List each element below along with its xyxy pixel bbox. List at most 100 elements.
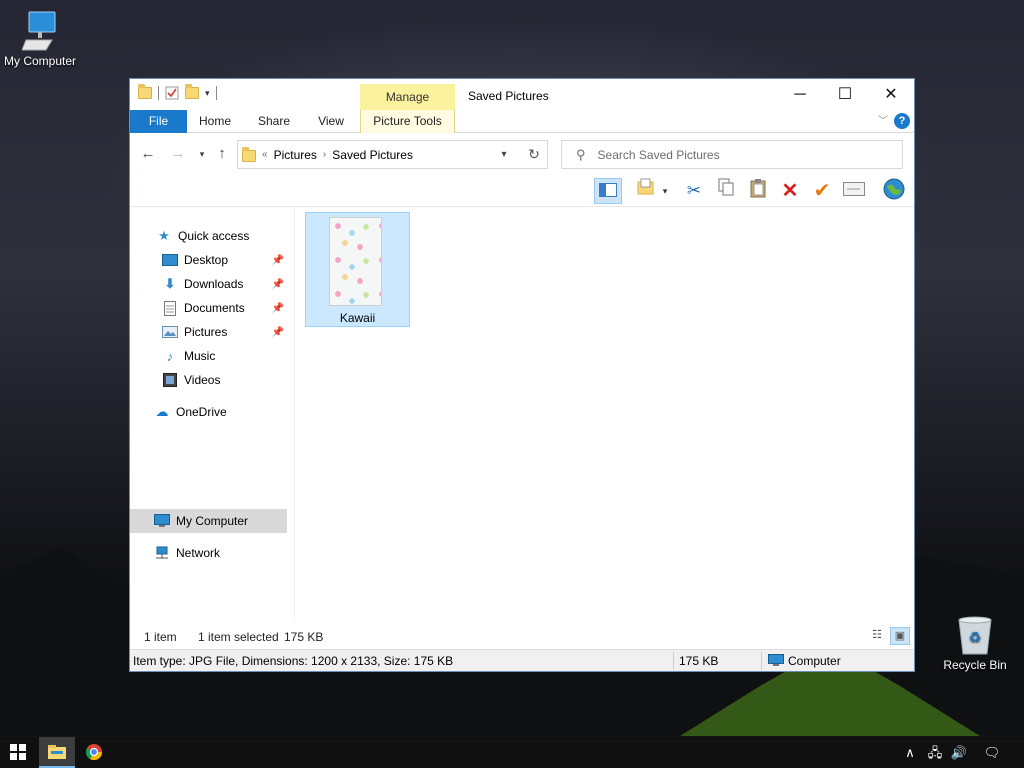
file-list: Kawaii (295, 208, 914, 618)
up-button[interactable]: ↑ (212, 144, 232, 164)
separator (673, 652, 674, 670)
separator (761, 652, 762, 670)
sidebar-item-label: Desktop (184, 253, 229, 267)
breadcrumb-saved-pictures[interactable]: Saved Pictures (332, 148, 413, 162)
music-icon: ♪ (166, 348, 174, 364)
chevron-right-icon[interactable]: › (323, 149, 326, 160)
sidebar-item-music[interactable]: ♪ Music (130, 344, 294, 368)
sidebar-item-label: Pictures (184, 325, 228, 339)
sidebar-item-label: My Computer (176, 514, 249, 528)
sidebar-item-downloads[interactable]: ⬇ Downloads 📌 (130, 272, 294, 296)
qat-dropdown-icon[interactable]: ▾ (205, 88, 210, 99)
tab-view[interactable]: View (308, 110, 354, 133)
desktop-icon-my-computer[interactable]: My Computer (0, 10, 80, 68)
item-location: Computer (788, 654, 841, 668)
tab-file[interactable]: File (130, 110, 187, 133)
large-icons-view-button[interactable]: ▣ (890, 627, 910, 645)
sidebar-item-label: OneDrive (176, 405, 227, 419)
svg-text:♻: ♻ (969, 630, 982, 646)
sidebar-item-pictures[interactable]: Pictures 📌 (130, 320, 294, 344)
desktop-icon-label: Recycle Bin (943, 658, 1007, 672)
tab-share[interactable]: Share (248, 110, 300, 133)
tab-manage[interactable]: Manage (360, 84, 455, 110)
ribbon-tabs: File Home Share View Picture Tools ﹀ ? (130, 110, 914, 133)
sidebar-item-label: Quick access (178, 229, 250, 243)
network-icon (154, 545, 170, 561)
new-folder-icon[interactable] (633, 178, 661, 204)
sidebar-item-desktop[interactable]: Desktop 📌 (130, 248, 294, 272)
navigation-pane: ★ Quick access Desktop 📌 ⬇ Downloads 📌 D… (130, 208, 294, 618)
list-item[interactable]: Kawaii (305, 212, 410, 327)
recycle-bin-icon: ♻ (958, 616, 992, 655)
properties-icon[interactable] (165, 86, 179, 100)
address-row: ← → ▾ ↑ « Pictures › Saved Pictures ▾ ↻ … (130, 134, 914, 174)
expand-ribbon-icon[interactable]: ﹀ (878, 112, 888, 127)
breadcrumb-pictures[interactable]: Pictures (274, 148, 317, 162)
refresh-button[interactable]: ↻ (521, 140, 548, 169)
desktop-icon (162, 252, 178, 268)
desktop-icon-recycle-bin[interactable]: ♻ Recycle Bin (935, 614, 1015, 672)
folder-icon[interactable] (138, 84, 152, 99)
taskbar: ∧ 🖧 🔊 🗨 (0, 737, 1024, 768)
command-toolbar: ▾ ✂ ✕ ✔ (130, 175, 914, 207)
downloads-icon: ⬇ (164, 276, 176, 291)
title-bar[interactable]: ▾ Manage Saved Pictures ─ ☐ ✕ (130, 79, 914, 110)
recent-locations-button[interactable]: ▾ (192, 144, 212, 164)
volume-icon[interactable]: 🔊 (947, 737, 971, 768)
sidebar-item-label: Downloads (184, 277, 244, 291)
quick-access-toolbar: ▾ (138, 84, 217, 100)
sidebar-item-videos[interactable]: Videos (130, 368, 294, 392)
sidebar-item-my-computer[interactable]: My Computer (130, 509, 287, 533)
address-dropdown-icon[interactable]: ▾ (491, 141, 517, 168)
pin-icon[interactable]: 📌 (272, 327, 284, 338)
sidebar-item-documents[interactable]: Documents 📌 (130, 296, 294, 320)
sidebar-item-onedrive[interactable]: ☁ OneDrive (130, 400, 294, 424)
help-icon[interactable]: ? (894, 113, 910, 129)
overflow-chevron-icon[interactable]: « (262, 149, 268, 160)
star-icon: ★ (158, 228, 170, 243)
taskbar-chrome[interactable] (76, 737, 112, 768)
sidebar-item-network[interactable]: Network (130, 541, 294, 565)
back-button[interactable]: ← (138, 144, 158, 164)
sidebar-item-label: Documents (184, 301, 245, 315)
start-button[interactable] (0, 737, 36, 768)
computer-icon (22, 11, 56, 51)
taskbar-file-explorer[interactable] (39, 737, 75, 768)
copy-icon[interactable] (712, 178, 740, 204)
forward-button[interactable]: → (168, 144, 188, 164)
details-view-button[interactable]: ☷ (867, 627, 887, 645)
minimize-button[interactable]: ─ (777, 79, 823, 110)
pin-icon[interactable]: 📌 (272, 279, 284, 290)
network-status-icon[interactable]: 🖧 (923, 737, 947, 768)
folder-icon (242, 147, 256, 162)
maximize-button[interactable]: ☐ (822, 79, 868, 110)
sidebar-item-label: Videos (184, 373, 221, 387)
cloud-icon: ☁ (155, 404, 169, 419)
delete-icon[interactable]: ✕ (776, 178, 804, 204)
tab-picture-tools[interactable]: Picture Tools (360, 110, 455, 133)
globe-icon[interactable] (880, 178, 908, 204)
address-bar[interactable]: « Pictures › Saved Pictures ▾ (237, 140, 548, 169)
pin-icon[interactable]: 📌 (272, 303, 284, 314)
new-folder-icon[interactable] (185, 84, 199, 99)
properties-check-icon[interactable]: ✔ (808, 178, 836, 204)
separator (215, 86, 217, 100)
status-item-count: 1 item (144, 630, 177, 644)
search-placeholder: Search Saved Pictures (597, 147, 720, 162)
desktop-icon-label: My Computer (3, 54, 77, 68)
rename-icon[interactable] (840, 178, 868, 204)
image-thumbnail (329, 217, 382, 306)
paste-icon[interactable] (744, 178, 772, 204)
search-input[interactable]: ⚲ Search Saved Pictures (561, 140, 903, 169)
tab-home[interactable]: Home (190, 110, 240, 133)
notifications-icon[interactable]: 🗨 (980, 737, 1004, 768)
search-icon: ⚲ (576, 146, 586, 162)
cut-icon[interactable]: ✂ (680, 178, 708, 204)
sidebar-item-quick-access[interactable]: ★ Quick access (130, 224, 294, 248)
pane-layout-icon[interactable] (594, 178, 622, 204)
pin-icon[interactable]: 📌 (272, 255, 284, 266)
file-name: Kawaii (339, 311, 376, 325)
close-button[interactable]: ✕ (868, 79, 914, 110)
new-folder-dropdown-icon[interactable]: ▾ (658, 178, 672, 204)
chevron-up-icon[interactable]: ∧ (898, 737, 922, 768)
